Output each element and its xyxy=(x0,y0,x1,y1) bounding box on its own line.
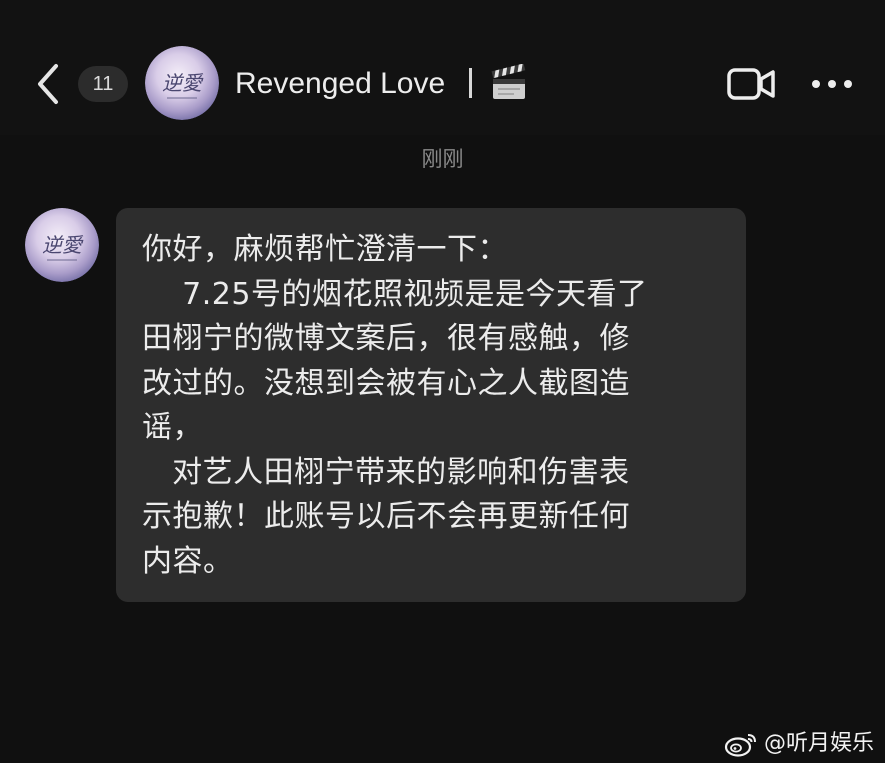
chevron-left-icon xyxy=(38,64,58,104)
watermark-text: @听月娱乐 xyxy=(764,731,875,756)
weibo-logo-icon xyxy=(724,734,756,757)
more-dots-icon xyxy=(812,80,852,88)
svg-text:逆愛: 逆愛 xyxy=(42,233,84,257)
unread-count-badge[interactable]: 11 xyxy=(78,66,128,102)
title-divider xyxy=(469,68,472,98)
chat-header: 11 逆愛 Revenged Love xyxy=(0,0,885,135)
message-line: 改过的。没想到会被有心之人截图造 xyxy=(142,365,630,401)
svg-text:逆愛: 逆愛 xyxy=(162,71,204,95)
message-timestamp: 刚刚 xyxy=(421,147,464,171)
message-line: 7.25号的烟花照视频是是今天看了 xyxy=(142,276,648,312)
more-options-button[interactable] xyxy=(810,70,854,98)
chat-screen: 11 逆愛 Revenged Love 刚刚 逆愛 你好，麻烦帮忙澄清一下： 7… xyxy=(0,0,885,763)
sender-avatar[interactable]: 逆愛 xyxy=(25,208,99,282)
clapperboard-icon xyxy=(490,63,528,102)
back-button[interactable] xyxy=(28,60,68,108)
message-line: 示抱歉！此账号以后不会再更新任何 xyxy=(142,499,630,534)
message-line: 田栩宁的微博文案后，很有感触，修 xyxy=(142,321,630,356)
contact-name: Revenged Love xyxy=(235,67,446,100)
weibo-watermark: @听月娱乐 xyxy=(724,730,874,758)
message-line: 你好，麻烦帮忙澄清一下： xyxy=(142,232,508,267)
contact-avatar[interactable]: 逆愛 xyxy=(145,46,219,120)
video-camera-icon xyxy=(727,68,775,100)
video-call-button[interactable] xyxy=(726,64,776,104)
message-line: 对艺人田栩宁带来的影响和伤害表 xyxy=(142,454,630,490)
message-line: 谣， xyxy=(142,410,203,445)
message-line: 内容。 xyxy=(142,543,234,579)
message-bubble[interactable]: 你好，麻烦帮忙澄清一下： 7.25号的烟花照视频是是今天看了 田栩宁的微博文案后… xyxy=(116,208,746,602)
